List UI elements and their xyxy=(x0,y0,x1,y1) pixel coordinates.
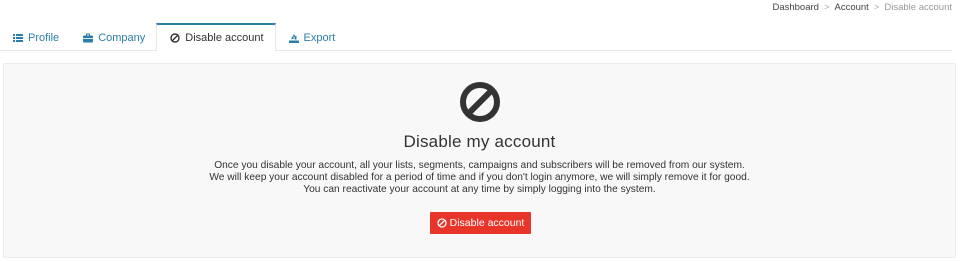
panel-title: Disable my account xyxy=(403,132,556,151)
ban-icon xyxy=(170,33,180,43)
disable-account-button-label: Disable account xyxy=(449,217,525,229)
ban-icon xyxy=(459,81,501,123)
account-tabs: Profile Company Disable account Export xyxy=(0,23,952,51)
tab-company-label: Company xyxy=(98,31,146,44)
ban-icon xyxy=(436,218,447,228)
tab-disable-account-label: Disable account xyxy=(185,32,264,44)
briefcase-icon xyxy=(83,33,94,43)
tab-profile-label: Profile xyxy=(28,31,60,44)
description-line: Once you disable your account, all your … xyxy=(214,160,745,171)
breadcrumb-current: Disable account xyxy=(884,2,952,13)
description-line: We will keep your account disabled for a… xyxy=(209,172,750,183)
export-icon xyxy=(288,33,299,43)
disable-account-panel: Disable my account Once you disable your… xyxy=(3,63,956,258)
panel-description: Once you disable your account, all your … xyxy=(4,160,955,196)
tab-export[interactable]: Export xyxy=(276,24,347,51)
breadcrumb-separator: > xyxy=(873,2,880,13)
description-line: You can reactivate your account at any t… xyxy=(303,184,656,195)
breadcrumb-account[interactable]: Account xyxy=(835,2,869,13)
list-icon xyxy=(13,33,23,43)
breadcrumb-separator: > xyxy=(823,2,830,13)
breadcrumb-dashboard[interactable]: Dashboard xyxy=(772,2,818,13)
tab-disable-account[interactable]: Disable account xyxy=(156,23,276,51)
breadcrumb: Dashboard > Account > Disable account xyxy=(772,2,952,13)
tab-export-label: Export xyxy=(303,31,336,44)
disable-account-button[interactable]: Disable account xyxy=(430,212,531,234)
tab-profile[interactable]: Profile xyxy=(0,24,70,51)
tab-company[interactable]: Company xyxy=(70,24,156,51)
